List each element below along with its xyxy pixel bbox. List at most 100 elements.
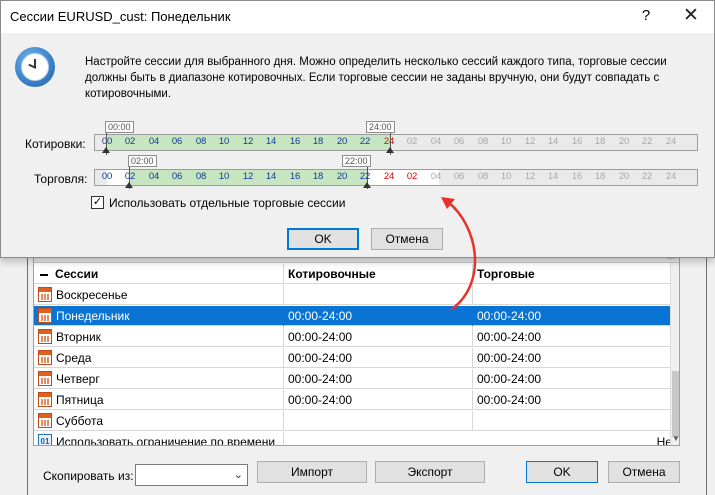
quotes-cell[interactable]: 00:00-24:00 (285, 369, 473, 389)
hour-mark: 18 (312, 171, 324, 182)
hour-mark: 18 (312, 136, 324, 147)
number-format-icon: 01 (38, 434, 52, 445)
trade-cell[interactable]: 00:00-24:00 (474, 369, 679, 389)
hour-mark: 24 (665, 136, 677, 147)
hour-mark: 14 (547, 171, 559, 182)
table-row[interactable]: Воскресенье (34, 285, 679, 305)
header-quotes[interactable]: Котировочные (285, 264, 473, 284)
scroll-down-icon[interactable]: ▼ (672, 434, 679, 443)
trade-cell[interactable] (474, 411, 679, 431)
calendar-icon (38, 287, 52, 302)
hour-mark: 24 (383, 171, 395, 182)
dialog-cancel-button[interactable]: Отмена (371, 228, 443, 250)
trade-end-tooltip: 22:00 (342, 155, 371, 167)
hour-mark: 00 (95, 136, 119, 147)
table-row[interactable]: Суббота (34, 411, 679, 431)
hour-mark: 10 (218, 136, 230, 147)
cancel-button[interactable]: Отмена (608, 461, 680, 483)
copy-from-select[interactable]: ⌄ (135, 464, 248, 486)
quotes-end-handle[interactable] (386, 147, 394, 153)
trade-label: Торговля: (34, 172, 88, 186)
header-sessions[interactable]: Сессии (34, 264, 284, 284)
day-name: Воскресенье (56, 288, 128, 302)
chevron-down-icon[interactable]: ⌄ (234, 468, 243, 481)
scrollbar-thumb[interactable] (672, 371, 679, 437)
calendar-icon (38, 392, 52, 407)
trade-end-handle[interactable] (363, 182, 371, 188)
hour-mark: 22 (359, 136, 371, 147)
sessions-grid: ... Сессии Котировочные Торговые Воскрес… (33, 250, 680, 446)
table-row[interactable]: Вторник 00:00-24:00 00:00-24:00 (34, 327, 679, 347)
dialog-ok-button[interactable]: OK (287, 228, 359, 250)
hour-mark: 02 (406, 136, 418, 147)
quotes-end-tooltip: 24:00 (366, 121, 395, 133)
day-name: Среда (56, 351, 92, 365)
day-name: Суббота (56, 414, 103, 428)
quotes-cell[interactable]: 00:00-24:00 (285, 348, 473, 368)
grid-scrollbar[interactable]: ▼ (670, 263, 679, 445)
trade-cell[interactable]: 00:00-24:00 (474, 348, 679, 368)
header-trade[interactable]: Торговые (474, 264, 679, 284)
quotes-cell[interactable] (285, 411, 473, 431)
table-row-time-limit[interactable]: 01 Использовать ограничение по времени Не… (34, 432, 679, 446)
trade-cell[interactable]: 00:00-24:00 (474, 306, 679, 326)
ok-button[interactable]: OK (526, 461, 598, 483)
hour-mark: 04 (148, 171, 160, 182)
hour-mark: 24 (665, 171, 677, 182)
table-row[interactable]: Среда 00:00-24:00 00:00-24:00 (34, 348, 679, 368)
table-row-selected[interactable]: Понедельник 00:00-24:00 00:00-24:00 (34, 306, 679, 326)
hour-mark: 02 (118, 171, 142, 182)
trade-cell[interactable] (474, 285, 679, 305)
hour-mark: 10 (500, 136, 512, 147)
hour-mark: 18 (594, 171, 606, 182)
close-icon[interactable]: ✕ (679, 4, 703, 27)
quotes-cell[interactable]: 00:00-24:00 (285, 306, 473, 326)
time-limit-label: Использовать ограничение по времени (56, 435, 276, 446)
hour-mark: 16 (289, 171, 301, 182)
collapse-icon[interactable] (40, 273, 48, 276)
hour-mark: 20 (618, 171, 630, 182)
quotes-cell[interactable] (285, 285, 473, 305)
hour-mark: 14 (547, 136, 559, 147)
hour-mark: 14 (265, 171, 277, 182)
sessions-dialog: Сессии EURUSD_cust: Понедельник ? ✕ Наст… (0, 0, 715, 258)
hour-mark: 22 (641, 171, 653, 182)
hour-mark: 06 (453, 171, 465, 182)
quotes-start-handle[interactable] (102, 147, 110, 153)
table-row[interactable]: Четверг 00:00-24:00 00:00-24:00 (34, 369, 679, 389)
quotes-cell[interactable]: 00:00-24:00 (285, 327, 473, 347)
export-button[interactable]: Экспорт (375, 461, 485, 483)
hour-mark: 16 (289, 136, 301, 147)
hour-mark: 06 (171, 136, 183, 147)
hour-mark: 14 (265, 136, 277, 147)
copy-from-label: Скопировать из: (43, 469, 134, 483)
separate-trade-sessions-label[interactable]: Использовать отдельные торговые сессии (109, 196, 345, 210)
help-icon[interactable]: ? (636, 7, 656, 24)
hour-mark: 20 (336, 171, 348, 182)
trade-start-handle[interactable] (125, 182, 133, 188)
symbol-specification-window: ... Сессии Котировочные Торговые Воскрес… (27, 228, 707, 495)
quotes-timeline[interactable]: 00 02 04 06 08 10 12 14 16 18 20 22 24 0… (94, 134, 698, 151)
trade-timeline[interactable]: 00 02 04 06 08 10 12 14 16 18 20 22 24 0… (94, 169, 698, 186)
import-button[interactable]: Импорт (257, 461, 367, 483)
day-name: Вторник (56, 330, 101, 344)
hour-mark: 08 (195, 136, 207, 147)
hour-mark: 10 (218, 171, 230, 182)
hour-mark: 22 (359, 171, 371, 182)
hour-mark: 20 (618, 136, 630, 147)
trade-cell[interactable]: 00:00-24:00 (474, 390, 679, 410)
hour-mark: 12 (242, 136, 254, 147)
hour-mark: 06 (453, 136, 465, 147)
hour-mark: 12 (524, 171, 536, 182)
hour-mark: 18 (594, 136, 606, 147)
time-limit-value[interactable]: Нет (474, 432, 679, 445)
quotes-cell[interactable]: 00:00-24:00 (285, 390, 473, 410)
hour-mark: 08 (477, 136, 489, 147)
table-row[interactable]: Пятница 00:00-24:00 00:00-24:00 (34, 390, 679, 410)
hour-mark: 16 (571, 171, 583, 182)
separate-trade-sessions-checkbox[interactable]: ✓ (91, 196, 104, 209)
calendar-icon (38, 308, 52, 323)
trade-cell[interactable]: 00:00-24:00 (474, 327, 679, 347)
hour-mark: 04 (430, 171, 442, 182)
time-limit-spacer (285, 432, 473, 445)
